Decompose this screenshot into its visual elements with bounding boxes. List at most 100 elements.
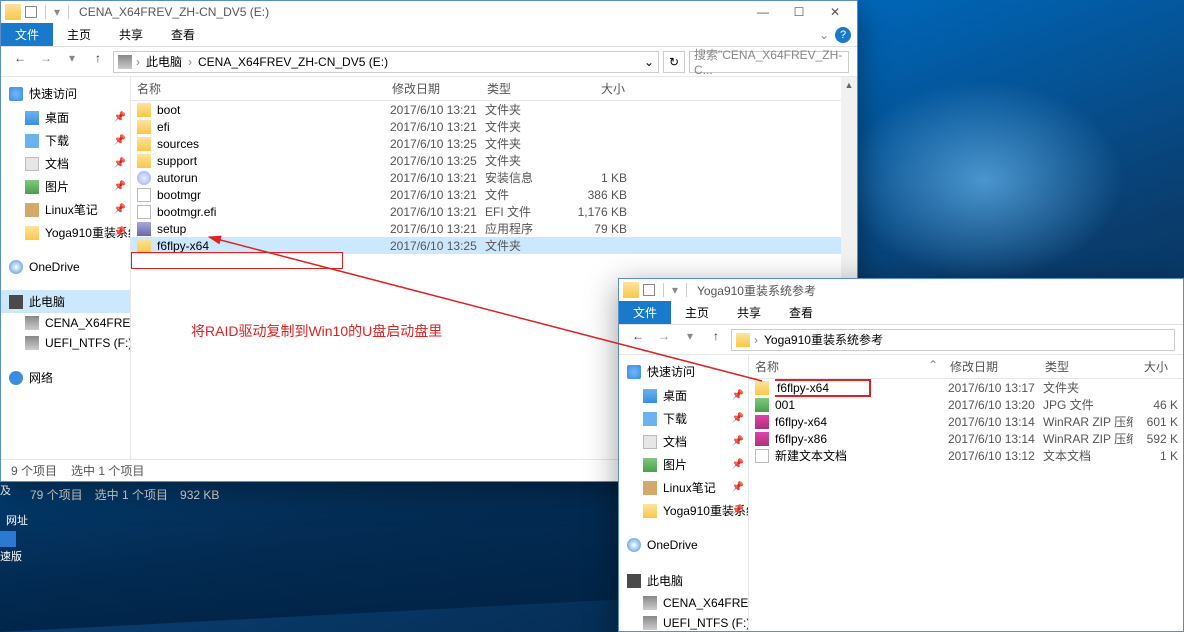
nav-drive-icon [25, 316, 39, 330]
file-rows[interactable]: f6flpy-x642017/6/10 13:17文件夹0012017/6/10… [749, 379, 1183, 631]
navigation-pane[interactable]: 快速访问 桌面📌下载📌文档📌图片📌Linux笔记📌Yoga910重装系统参📌 O… [619, 355, 749, 631]
file-date: 2017/6/10 13:14 [948, 432, 1043, 446]
pin-icon: 📌 [732, 390, 744, 401]
quick-access-toggle-icon[interactable] [643, 284, 655, 296]
dropdown-icon[interactable]: ▾ [54, 5, 60, 19]
column-date[interactable]: 修改日期 [386, 80, 481, 97]
nav-item[interactable]: CENA_X64FREV_ZH [619, 593, 748, 613]
nav-item[interactable]: Linux笔记📌 [619, 476, 748, 499]
nav-back-button[interactable]: ← [9, 51, 31, 73]
nav-item[interactable]: 下载📌 [1, 129, 130, 152]
breadcrumb-thispc[interactable]: 此电脑 [144, 53, 184, 70]
nav-item[interactable]: 图片📌 [1, 175, 130, 198]
nav-item[interactable]: CENA_X64FREV_ZH [1, 313, 130, 333]
file-row[interactable]: f6flpy-x642017/6/10 13:17文件夹 [749, 379, 1183, 396]
titlebar[interactable]: ▾ CENA_X64FREV_ZH-CN_DV5 (E:) — ☐ ✕ [1, 1, 857, 23]
nav-item[interactable]: 桌面📌 [1, 106, 130, 129]
ribbon-tab-view[interactable]: 查看 [157, 23, 209, 46]
file-type-icon [137, 103, 151, 117]
nav-item[interactable]: Linux笔记📌 [1, 198, 130, 221]
nav-item[interactable]: 文档📌 [1, 152, 130, 175]
nav-onedrive[interactable]: OneDrive [1, 256, 130, 278]
file-row[interactable]: f6flpy-x642017/6/10 13:14WinRAR ZIP 压缩..… [749, 413, 1183, 430]
nav-doc-icon [25, 157, 39, 171]
file-row[interactable]: autorun2017/6/10 13:21安装信息1 KB [131, 169, 857, 186]
refresh-button[interactable]: ↻ [663, 51, 685, 73]
file-row[interactable]: 0012017/6/10 13:20JPG 文件46 K [749, 396, 1183, 413]
file-name: autorun [157, 171, 390, 185]
file-row[interactable]: boot2017/6/10 13:21文件夹 [131, 101, 857, 118]
file-type-icon [755, 449, 769, 463]
navigation-pane[interactable]: 快速访问 桌面📌下载📌文档📌图片📌Linux笔记📌Yoga910重装系统参📌 O… [1, 77, 131, 459]
ribbon: 文件 主页 共享 查看 [619, 301, 1183, 325]
breadcrumb-drive[interactable]: CENA_X64FREV_ZH-CN_DV5 (E:) [196, 55, 390, 69]
ribbon-tab-home[interactable]: 主页 [671, 301, 723, 324]
close-button[interactable]: ✕ [817, 1, 853, 23]
file-name: efi [157, 120, 390, 134]
nav-this-pc[interactable]: 此电脑 [619, 568, 748, 593]
minimize-button[interactable]: — [745, 1, 781, 23]
ribbon-tab-share[interactable]: 共享 [723, 301, 775, 324]
nav-item[interactable]: UEFI_NTFS (F:) [619, 613, 748, 631]
quick-access-toggle-icon[interactable] [25, 6, 37, 18]
file-row[interactable]: setup2017/6/10 13:21应用程序79 KB [131, 220, 857, 237]
nav-network[interactable]: 网络 [1, 365, 130, 390]
breadcrumb-folder[interactable]: Yoga910重装系统参考 [762, 331, 885, 348]
column-name[interactable]: 名称⌃ [749, 358, 944, 375]
nav-forward-button[interactable]: → [35, 51, 57, 73]
nav-pic-icon [25, 180, 39, 194]
ribbon-tab-file[interactable]: 文件 [619, 301, 671, 324]
help-icon[interactable]: ? [835, 27, 851, 43]
nav-back-button[interactable]: ← [627, 329, 649, 351]
ribbon-collapse-icon[interactable]: ⌄ [819, 28, 829, 42]
nav-item[interactable]: 图片📌 [619, 453, 748, 476]
column-name[interactable]: 名称 [131, 80, 386, 97]
nav-item[interactable]: 文档📌 [619, 430, 748, 453]
nav-up-button[interactable]: ↑ [705, 329, 727, 351]
file-name: support [157, 154, 390, 168]
file-name: boot [157, 103, 390, 117]
ribbon-tab-view[interactable]: 查看 [775, 301, 827, 324]
nav-this-pc[interactable]: 此电脑 [1, 290, 130, 313]
nav-item[interactable]: 下载📌 [619, 407, 748, 430]
nav-forward-button[interactable]: → [653, 329, 675, 351]
nav-item[interactable]: 桌面📌 [619, 384, 748, 407]
nav-recent-dropdown[interactable]: ▾ [679, 329, 701, 351]
nav-item[interactable]: Yoga910重装系统参📌 [1, 221, 130, 244]
nav-quick-access[interactable]: 快速访问 [1, 81, 130, 106]
ribbon-tab-home[interactable]: 主页 [53, 23, 105, 46]
column-type[interactable]: 类型 [1039, 358, 1129, 375]
file-row[interactable]: sources2017/6/10 13:25文件夹 [131, 135, 857, 152]
ribbon-tab-file[interactable]: 文件 [1, 23, 53, 46]
file-row[interactable]: bootmgr2017/6/10 13:21文件386 KB [131, 186, 857, 203]
nav-item[interactable]: UEFI_NTFS (F:) [1, 333, 130, 353]
scroll-up-icon[interactable]: ▲ [841, 77, 857, 93]
address-bar[interactable]: › Yoga910重装系统参考 [731, 329, 1175, 351]
file-row[interactable]: 新建文本文档2017/6/10 13:12文本文档1 K [749, 447, 1183, 464]
file-row[interactable]: efi2017/6/10 13:21文件夹 [131, 118, 857, 135]
column-date[interactable]: 修改日期 [944, 358, 1039, 375]
search-input[interactable]: 搜索"CENA_X64FREV_ZH-C... [689, 51, 849, 73]
nav-onedrive[interactable]: OneDrive [619, 534, 748, 556]
nav-recent-dropdown[interactable]: ▾ [61, 51, 83, 73]
annotation-red-box-2: f6flpy-x64 [775, 379, 871, 397]
column-size[interactable]: 大小 [1129, 358, 1174, 375]
dropdown-icon[interactable]: ▾ [672, 283, 678, 297]
column-type[interactable]: 类型 [481, 80, 571, 97]
file-row[interactable]: support2017/6/10 13:25文件夹 [131, 152, 857, 169]
nav-up-button[interactable]: ↑ [87, 51, 109, 73]
ribbon-tab-share[interactable]: 共享 [105, 23, 157, 46]
nav-item-label: Linux笔记 [45, 201, 98, 218]
nav-quick-access[interactable]: 快速访问 [619, 359, 748, 384]
file-name: f6flpy-x64 [775, 415, 948, 429]
file-row[interactable]: bootmgr.efi2017/6/10 13:21EFI 文件1,176 KB [131, 203, 857, 220]
file-size: 79 KB [575, 222, 635, 236]
maximize-button[interactable]: ☐ [781, 1, 817, 23]
address-dropdown-icon[interactable]: ⌄ [644, 55, 654, 69]
file-row[interactable]: f6flpy-x642017/6/10 13:25文件夹 [131, 237, 857, 254]
file-row[interactable]: f6flpy-x862017/6/10 13:14WinRAR ZIP 压缩..… [749, 430, 1183, 447]
nav-item[interactable]: Yoga910重装系统参📌 [619, 499, 748, 522]
address-bar[interactable]: › 此电脑 › CENA_X64FREV_ZH-CN_DV5 (E:) ⌄ [113, 51, 659, 73]
titlebar[interactable]: ▾ Yoga910重装系统参考 [619, 279, 1183, 301]
column-size[interactable]: 大小 [571, 80, 631, 97]
